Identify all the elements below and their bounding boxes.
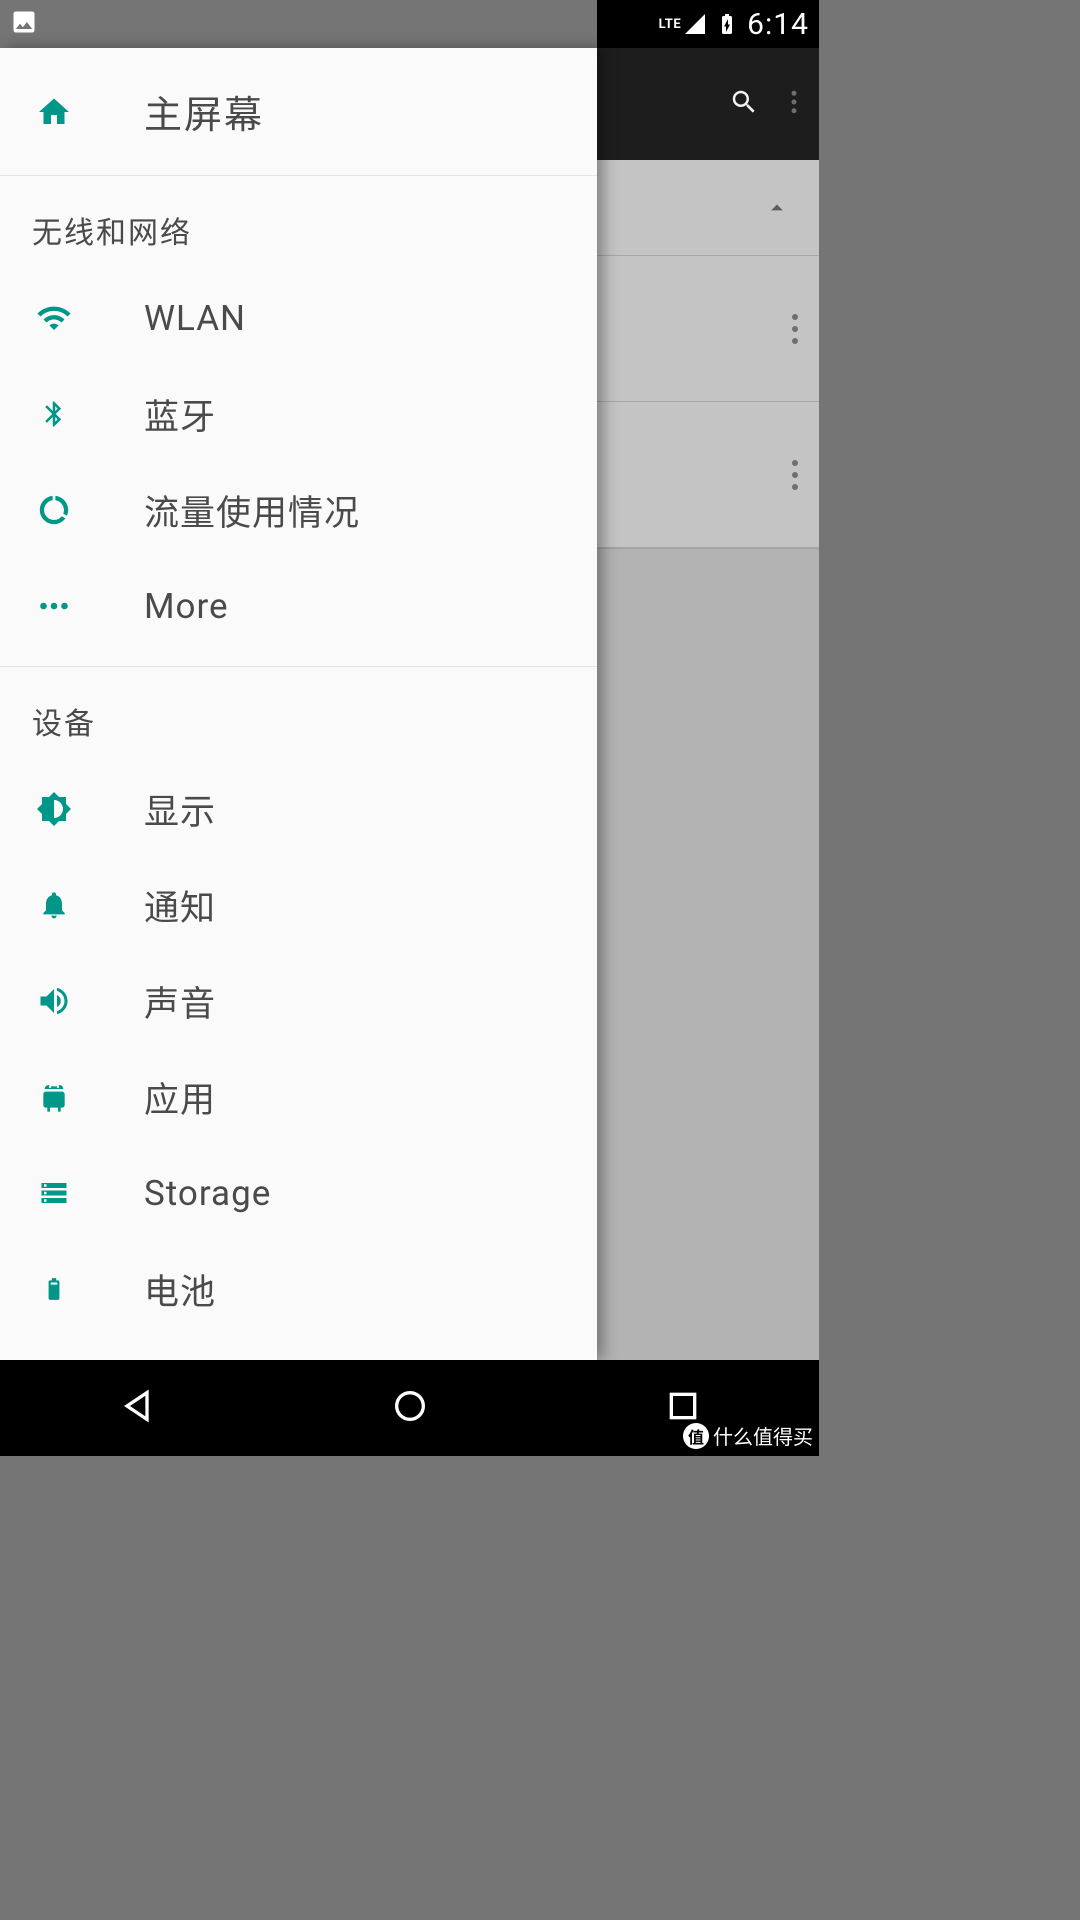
data-usage-icon	[30, 493, 78, 527]
bluetooth-icon	[30, 396, 78, 432]
drawer-item-sound[interactable]: 声音	[0, 953, 597, 1049]
drawer-home-label: 主屏幕	[144, 84, 264, 139]
section-title-wireless: 无线和网络	[0, 176, 597, 270]
item-label: 流量使用情况	[144, 485, 360, 536]
item-label: 应用	[144, 1072, 216, 1123]
item-label: 显示	[144, 784, 216, 835]
item-label: More	[144, 586, 229, 627]
status-bar-dark: LTE 6:14	[597, 0, 819, 48]
drawer-item-apps[interactable]: 应用	[0, 1049, 597, 1145]
watermark-text: 什么值得买	[713, 1421, 813, 1450]
drawer-item-data-usage[interactable]: 流量使用情况	[0, 462, 597, 558]
drawer-item-display[interactable]: 显示	[0, 761, 597, 857]
item-label: 通知	[144, 880, 216, 931]
home-button[interactable]	[390, 1386, 430, 1430]
drawer-item-more[interactable]: More	[0, 558, 597, 654]
signal-icon	[683, 12, 707, 36]
item-label: Storage	[144, 1173, 271, 1214]
item-label: 声音	[144, 976, 216, 1027]
more-horiz-icon	[30, 588, 78, 624]
lte-indicator: LTE	[659, 17, 681, 32]
bell-icon	[30, 888, 78, 922]
section-title-device: 设备	[0, 667, 597, 761]
clock: 6:14	[747, 7, 809, 42]
android-icon	[30, 1079, 78, 1115]
volume-icon	[30, 983, 78, 1019]
brightness-icon	[30, 791, 78, 827]
storage-icon	[30, 1178, 78, 1208]
gallery-icon	[10, 8, 38, 40]
battery-charging-icon	[715, 12, 739, 36]
item-label: 蓝牙	[144, 389, 216, 440]
back-button[interactable]	[117, 1386, 157, 1430]
drawer-home-item[interactable]: 主屏幕	[0, 48, 597, 176]
battery-icon	[30, 1271, 78, 1307]
settings-drawer: 主屏幕 无线和网络 WLAN 蓝牙 流量使用情况 More 设备 显示	[0, 48, 597, 1360]
item-label: WLAN	[144, 298, 246, 339]
watermark: 值 什么值得买	[683, 1421, 813, 1450]
home-icon	[30, 94, 78, 130]
drawer-item-storage[interactable]: Storage	[0, 1145, 597, 1241]
watermark-badge: 值	[683, 1423, 709, 1449]
drawer-item-notifications[interactable]: 通知	[0, 857, 597, 953]
drawer-item-bluetooth[interactable]: 蓝牙	[0, 366, 597, 462]
wifi-icon	[30, 300, 78, 336]
drawer-item-wlan[interactable]: WLAN	[0, 270, 597, 366]
drawer-item-battery[interactable]: 电池	[0, 1241, 597, 1337]
item-label: 电池	[144, 1264, 216, 1315]
